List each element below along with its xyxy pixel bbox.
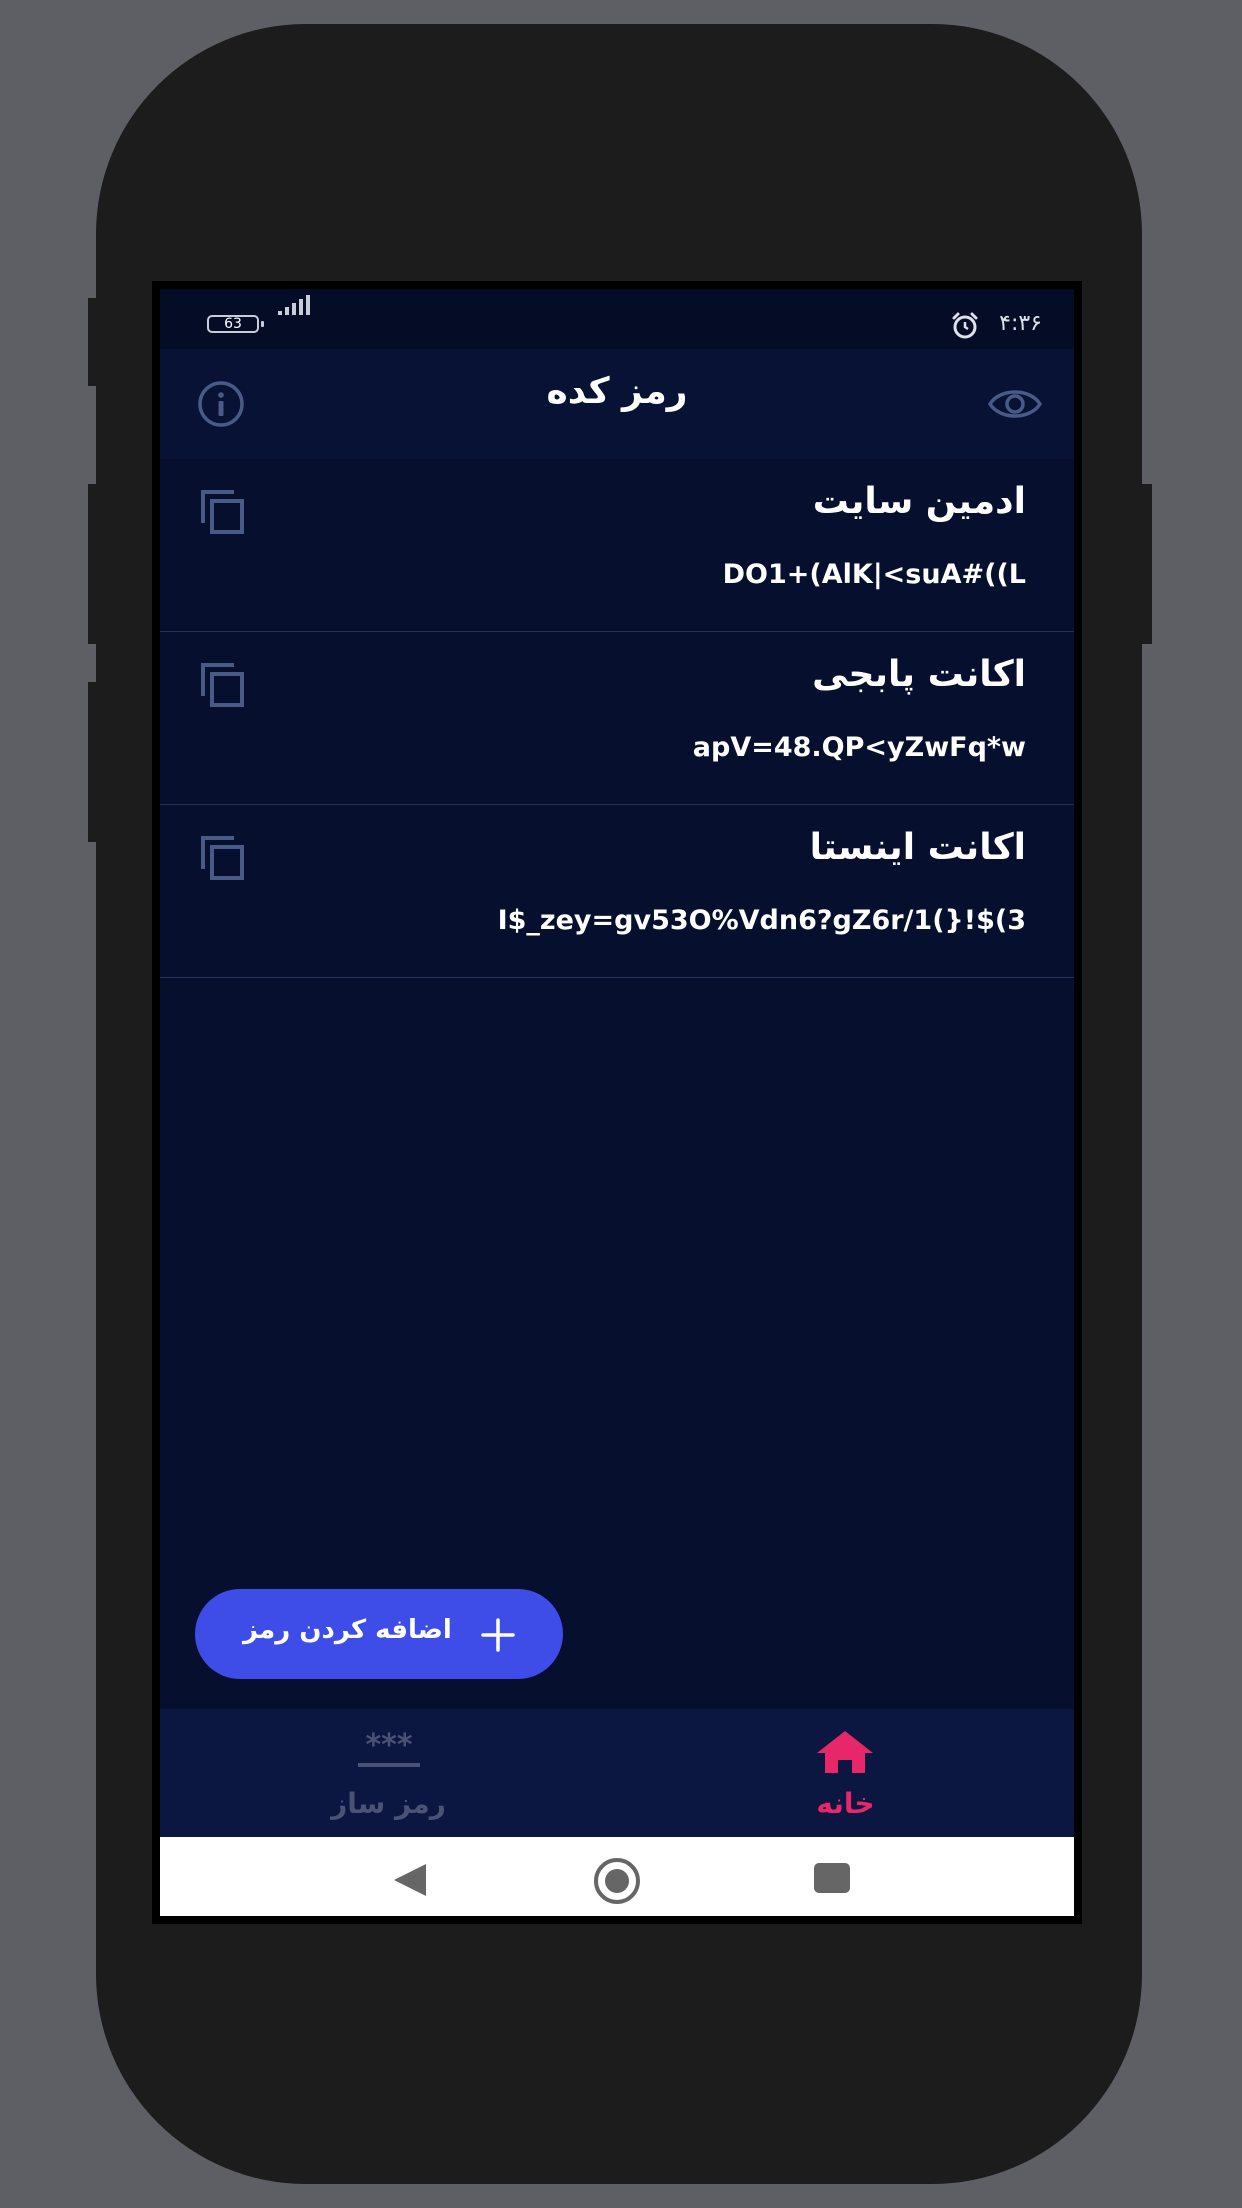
bottom-navigation: *** رمز ساز خانه: [160, 1709, 1074, 1837]
phone-side-button: [1140, 484, 1152, 644]
copy-icon[interactable]: [198, 487, 248, 541]
app-screen: 63 ۴:۳۶ رمز کده ادمین سایت DO1+(AlK|<suA…: [160, 289, 1074, 1916]
nav-label-password-generator: رمز ساز: [331, 1787, 446, 1820]
status-time: ۴:۳۶: [999, 311, 1042, 336]
copy-icon[interactable]: [198, 660, 248, 714]
entry-password: I$_zey=gv53O%Vdn6?gZ6r/1(}!$(3: [497, 905, 1026, 936]
add-password-label: اضافه کردن رمز: [243, 1615, 452, 1645]
entry-password: DO1+(AlK|<suA#((L: [722, 559, 1026, 590]
entry-title: ادمین سایت: [812, 481, 1026, 522]
nav-item-password-generator[interactable]: *** رمز ساز: [160, 1709, 617, 1837]
home-icon: [815, 1729, 875, 1779]
app-header: رمز کده: [160, 349, 1074, 459]
entry-title: اکانت پابجی: [812, 654, 1026, 695]
home-circle-icon[interactable]: [593, 1857, 641, 1909]
add-password-button[interactable]: اضافه کردن رمز: [195, 1589, 563, 1679]
entry-title: اکانت اینستا: [809, 827, 1026, 868]
entry-password: apV=48.QP<yZwFq*w: [692, 732, 1026, 763]
alarm-icon: [950, 311, 980, 345]
list-item[interactable]: ادمین سایت DO1+(AlK|<suA#((L: [160, 459, 1074, 632]
system-navigation-bar: [160, 1837, 1074, 1916]
phone-side-button: [88, 484, 98, 644]
page-title: رمز کده: [546, 371, 688, 412]
phone-side-button: [88, 298, 98, 386]
status-bar: 63 ۴:۳۶: [160, 289, 1074, 349]
battery-indicator: 63: [207, 315, 264, 333]
plus-icon: [480, 1617, 516, 1657]
list-item[interactable]: اکانت اینستا I$_zey=gv53O%Vdn6?gZ6r/1(}!…: [160, 805, 1074, 978]
recents-icon[interactable]: [814, 1863, 850, 1897]
nav-item-home[interactable]: خانه: [617, 1709, 1074, 1837]
eye-icon[interactable]: [987, 382, 1043, 430]
back-icon[interactable]: [392, 1862, 428, 1902]
list-item[interactable]: اکانت پابجی apV=48.QP<yZwFq*w: [160, 632, 1074, 805]
svg-text:***: ***: [365, 1731, 412, 1763]
password-generator-icon: ***: [356, 1728, 422, 1775]
copy-icon[interactable]: [198, 833, 248, 887]
password-list: ادمین سایت DO1+(AlK|<suA#((L اکانت پابجی…: [160, 459, 1074, 978]
nav-label-home: خانه: [816, 1787, 875, 1820]
phone-side-button: [88, 682, 98, 842]
